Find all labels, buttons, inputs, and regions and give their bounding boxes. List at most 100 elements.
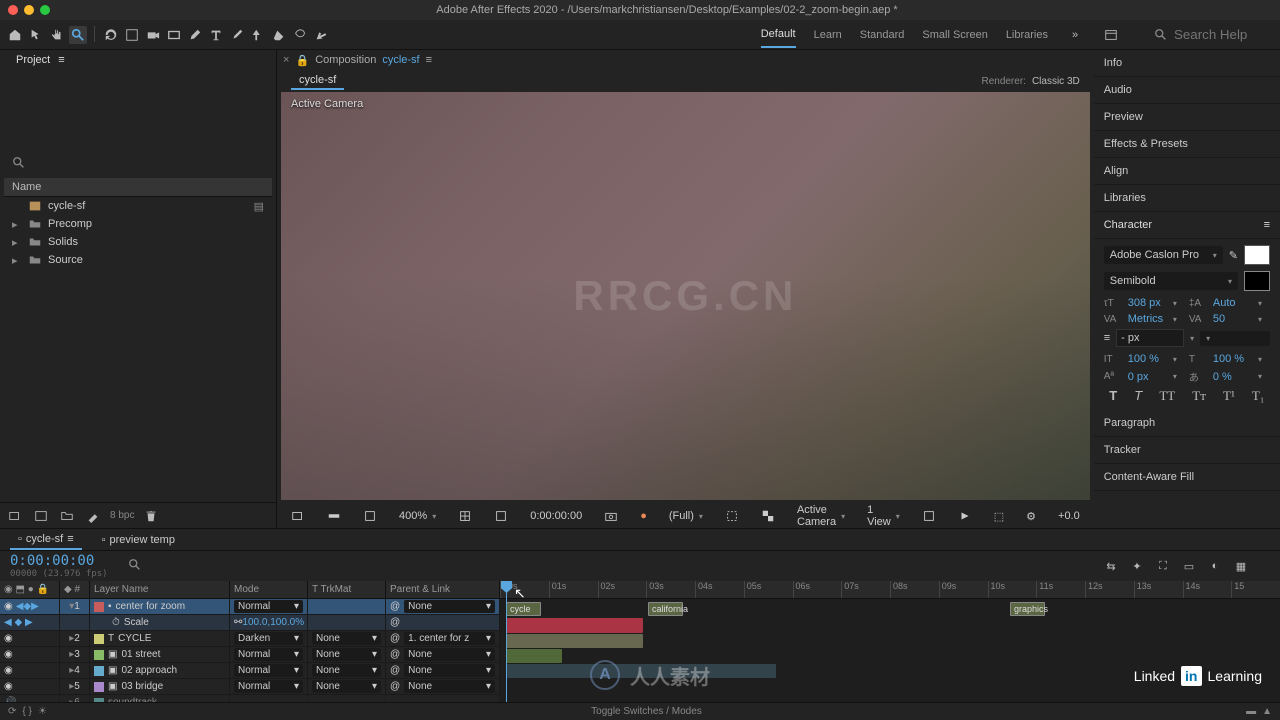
fill-swatch[interactable] bbox=[1244, 245, 1270, 265]
marker-graphics[interactable]: graphics bbox=[1010, 602, 1045, 616]
resolution-dropdown[interactable]: (Full) bbox=[663, 508, 709, 524]
workspace-default[interactable]: Default bbox=[761, 22, 796, 48]
new-folder-icon[interactable] bbox=[58, 507, 76, 525]
pickwhip-icon[interactable]: @ bbox=[390, 649, 400, 660]
audio-icon[interactable]: 🔊 bbox=[4, 697, 16, 702]
exposure-value[interactable]: +0.0 bbox=[1052, 508, 1086, 524]
render-icon[interactable]: ⚙ bbox=[1020, 508, 1042, 525]
parent-dropdown[interactable]: None▾ bbox=[404, 600, 495, 613]
draft3d-icon[interactable]: ✦ bbox=[1128, 557, 1146, 575]
roto-tool-icon[interactable] bbox=[291, 26, 309, 44]
zoom-dropdown[interactable]: 400% bbox=[393, 508, 442, 524]
graph-editor-icon[interactable]: ▦ bbox=[1232, 557, 1250, 575]
tracking[interactable]: 50 bbox=[1213, 313, 1254, 325]
kerning[interactable]: Metrics bbox=[1128, 313, 1169, 325]
pen-tool-icon[interactable] bbox=[186, 26, 204, 44]
transparency-icon[interactable] bbox=[755, 507, 781, 525]
parent-dropdown[interactable]: None▾ bbox=[404, 648, 495, 661]
mode-dropdown[interactable]: Normal▾ bbox=[234, 664, 303, 677]
superscript-button[interactable]: T¹ bbox=[1223, 388, 1235, 404]
visibility-icon[interactable]: ◉ bbox=[4, 681, 13, 692]
comp-link[interactable]: cycle-sf bbox=[382, 54, 419, 66]
trkmat-dropdown[interactable]: None▾ bbox=[312, 664, 381, 677]
panel-align[interactable]: Align bbox=[1094, 158, 1280, 185]
hand-tool-icon[interactable] bbox=[48, 26, 66, 44]
parent-dropdown[interactable]: None▾ bbox=[404, 680, 495, 693]
project-search[interactable] bbox=[4, 154, 272, 172]
baseline[interactable]: 0 px bbox=[1128, 371, 1169, 383]
puppet-tool-icon[interactable] bbox=[312, 26, 330, 44]
allcaps-button[interactable]: TT bbox=[1159, 388, 1175, 404]
col-parent[interactable]: Parent & Link bbox=[386, 581, 500, 598]
project-item-source[interactable]: ▸Source bbox=[4, 251, 272, 269]
3d-icon[interactable]: ⬚ bbox=[988, 508, 1010, 525]
grid-icon[interactable] bbox=[452, 507, 478, 525]
zoom-slider[interactable]: ▲ bbox=[1262, 706, 1272, 717]
eraser-tool-icon[interactable] bbox=[270, 26, 288, 44]
visibility-icon[interactable]: ◉ bbox=[4, 665, 13, 676]
panel-libraries[interactable]: Libraries bbox=[1094, 185, 1280, 212]
link-icon[interactable]: ⚯ bbox=[234, 617, 242, 628]
smallcaps-button[interactable]: Tᴛ bbox=[1192, 388, 1206, 404]
panel-effects[interactable]: Effects & Presets bbox=[1094, 131, 1280, 158]
interpret-footage-icon[interactable] bbox=[6, 507, 24, 525]
toggle-switches-button[interactable]: Toggle Switches / Modes bbox=[591, 706, 702, 717]
fast-preview-icon[interactable] bbox=[952, 507, 978, 525]
panel-tracker[interactable]: Tracker bbox=[1094, 437, 1280, 464]
layer-row-3[interactable]: ◉ ▸ 3 ▣01 street Normal▾ None▾ @None▾ bbox=[0, 647, 500, 663]
overflow-icon[interactable]: » bbox=[1066, 26, 1084, 44]
shy-icon[interactable]: ⛶ bbox=[1154, 557, 1172, 575]
pixel-icon[interactable] bbox=[916, 507, 942, 525]
new-comp-icon[interactable] bbox=[32, 507, 50, 525]
orbit-tool-icon[interactable] bbox=[102, 26, 120, 44]
visibility-icon[interactable]: ◉ bbox=[4, 633, 13, 644]
layer-row-5[interactable]: ◉ ▸ 5 ▣03 bridge Normal▾ None▾ @None▾ bbox=[0, 679, 500, 695]
snapshot-icon[interactable] bbox=[598, 507, 624, 525]
timeline-tab-cycle[interactable]: ▫cycle-sf ≡ bbox=[10, 530, 82, 550]
tsume[interactable]: 0 % bbox=[1213, 371, 1254, 383]
comp-flow-icon[interactable]: ⇆ bbox=[1102, 557, 1120, 575]
playhead[interactable]: ↖ bbox=[506, 581, 507, 702]
panel-info[interactable]: Info bbox=[1094, 50, 1280, 77]
track-bar-3[interactable] bbox=[506, 649, 562, 663]
property-row-scale[interactable]: ◀ ◆ ▶ ⏱Scale ⚯ 100.0,100.0% @ bbox=[0, 615, 500, 631]
bpc-label[interactable]: 8 bpc bbox=[110, 510, 134, 521]
frame-blend-icon[interactable]: ▭ bbox=[1180, 557, 1198, 575]
current-timecode[interactable]: 0:00:00:00 bbox=[10, 553, 108, 569]
brackets-icon[interactable]: { } bbox=[22, 706, 31, 717]
panel-preview[interactable]: Preview bbox=[1094, 104, 1280, 131]
views-dropdown[interactable]: 1 View bbox=[861, 502, 906, 530]
marker-california[interactable]: california bbox=[648, 602, 683, 616]
font-family-dropdown[interactable]: Adobe Caslon Pro bbox=[1104, 246, 1223, 264]
trkmat-dropdown[interactable]: None▾ bbox=[312, 632, 381, 645]
workspace-reset-icon[interactable] bbox=[1102, 26, 1120, 44]
sun-icon[interactable]: ☀ bbox=[38, 706, 47, 717]
camera-dropdown[interactable]: Active Camera bbox=[791, 502, 851, 530]
lock-icon[interactable]: 🔒 bbox=[295, 54, 309, 67]
rectangle-tool-icon[interactable] bbox=[165, 26, 183, 44]
font-size[interactable]: 308 px bbox=[1128, 297, 1169, 309]
col-mode[interactable]: Mode bbox=[230, 581, 308, 598]
trkmat-dropdown[interactable]: None▾ bbox=[312, 680, 381, 693]
panel-character[interactable]: Character≡ bbox=[1094, 212, 1280, 239]
layer-row-1[interactable]: ◉◀◆▶ ▾ 1 ▪center for zoom Normal▾ @None▾ bbox=[0, 599, 500, 615]
visibility-icon[interactable]: ◉ bbox=[4, 601, 13, 612]
selection-tool-icon[interactable] bbox=[27, 26, 45, 44]
pickwhip-icon[interactable]: @ bbox=[390, 601, 400, 612]
renderer-value[interactable]: Classic 3D bbox=[1032, 76, 1080, 87]
channel-icon[interactable] bbox=[321, 507, 347, 525]
mode-dropdown[interactable]: Normal▾ bbox=[234, 648, 303, 661]
col-layer-name[interactable]: Layer Name bbox=[90, 581, 230, 598]
track-bar-1[interactable] bbox=[506, 618, 643, 633]
clone-tool-icon[interactable] bbox=[249, 26, 267, 44]
camera-tool-icon[interactable] bbox=[144, 26, 162, 44]
minimize-window-button[interactable] bbox=[24, 5, 34, 15]
brush-tool-icon[interactable] bbox=[228, 26, 246, 44]
timeline-search-icon[interactable] bbox=[128, 558, 142, 575]
timeline-tab-preview[interactable]: ▫preview temp bbox=[94, 531, 183, 549]
pickwhip-icon[interactable]: @ bbox=[390, 633, 400, 644]
composition-viewer[interactable]: Active Camera RRCG.CN bbox=[281, 92, 1090, 500]
workspace-libraries[interactable]: Libraries bbox=[1006, 23, 1048, 47]
subscript-button[interactable]: T₁ bbox=[1252, 388, 1264, 404]
panel-paragraph[interactable]: Paragraph bbox=[1094, 410, 1280, 437]
